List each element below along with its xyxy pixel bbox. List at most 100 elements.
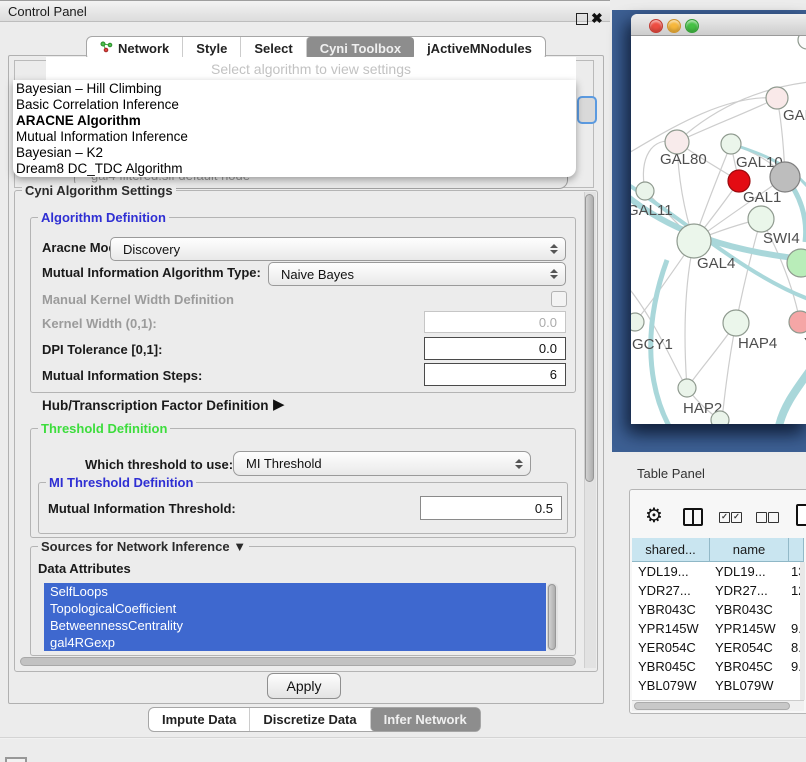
split-view-icon[interactable]	[683, 508, 703, 526]
table-cell: YBR045C	[710, 659, 789, 674]
bottom-divider	[0, 737, 806, 739]
algorithm-option-dream8-dc-tdc-algorithm[interactable]: Dream8 DC_TDC Algorithm	[13, 161, 576, 177]
column-header[interactable]	[789, 538, 804, 562]
network-node[interactable]	[770, 162, 800, 192]
network-node-swi4[interactable]	[787, 249, 806, 277]
apply-button[interactable]: Apply	[267, 673, 341, 699]
hub-definition-label: Hub/Transcription Factor Definition	[42, 398, 269, 413]
kernel-width-field[interactable]: 0.0	[424, 311, 566, 333]
table-cell: YDL19...	[710, 564, 789, 579]
network-node-gal1[interactable]	[748, 206, 774, 232]
network-node[interactable]	[798, 36, 806, 49]
column-header[interactable]: name	[710, 538, 789, 562]
spinner-icon	[508, 459, 530, 469]
gear-icon[interactable]: ⚙	[645, 504, 663, 528]
manual-kernel-checkbox[interactable]	[551, 291, 567, 307]
settings-hscrollbar-thumb[interactable]	[20, 657, 576, 666]
table-cell: YDR27...	[632, 583, 710, 598]
network-node-gal11[interactable]	[636, 182, 654, 200]
control-panel-title: Control Panel	[0, 4, 87, 19]
cyni-settings-group-title: Cyni Algorithm Settings	[22, 183, 176, 198]
algorithm-option-bayesian-k2[interactable]: Bayesian – K2	[13, 145, 576, 161]
attribute-item[interactable]: SelfLoops	[44, 583, 546, 600]
network-node-hap2[interactable]	[678, 379, 696, 397]
table-row[interactable]: YPR145WYPR145W9.	[632, 619, 804, 638]
dpi-tolerance-field[interactable]: 0.0	[424, 337, 566, 360]
checked-checkbox-icon[interactable]: ✓	[731, 512, 742, 523]
minimized-panel-icon[interactable]	[5, 757, 27, 762]
close-icon[interactable]: ✖	[591, 10, 603, 26]
sources-group-title: Sources for Network Inference ▼	[38, 539, 249, 554]
network-node-label: GAL4	[697, 255, 735, 272]
attributes-scrollbar-thumb[interactable]	[548, 584, 556, 650]
table-row[interactable]: YBL079WYBL079W	[632, 676, 804, 695]
table-row[interactable]: YBR045CYBR045C9.	[632, 657, 804, 676]
network-view-window[interactable]: GALGAL80GAL10GAL1GAL11SWI4GAL4GCY1HAP4YH…	[631, 14, 806, 424]
attribute-item[interactable]: BetweennessCentrality	[44, 617, 546, 634]
settings-scrollbar-thumb[interactable]	[585, 194, 594, 482]
tab-label: Infer Network	[384, 712, 467, 727]
unchecked-checkbox-icon[interactable]	[756, 512, 767, 523]
table-hscrollbar[interactable]	[632, 700, 804, 711]
network-node[interactable]	[711, 411, 729, 424]
network-node-label: SWI4	[763, 230, 800, 247]
minimize-traffic-light[interactable]	[667, 19, 681, 33]
focused-side-button[interactable]	[577, 96, 597, 124]
network-edge[interactable]	[685, 241, 694, 388]
algorithm-option-basic-correlation-inference[interactable]: Basic Correlation Inference	[13, 97, 576, 113]
table-row[interactable]: YER054CYER054C8.	[632, 638, 804, 657]
network-edge[interactable]	[722, 323, 736, 420]
column-header[interactable]: shared...	[632, 538, 710, 562]
attribute-item[interactable]: gal4RGexp	[44, 634, 546, 651]
table-row[interactable]: YDR27...YDR27...12	[632, 581, 804, 600]
mi-threshold-field[interactable]: 0.5	[420, 496, 562, 520]
network-edge[interactable]	[736, 219, 761, 323]
table-cell: YBR045C	[632, 659, 710, 674]
network-node-gal10[interactable]	[721, 134, 741, 154]
data-attributes-label: Data Attributes	[38, 561, 131, 576]
table-panel-title: Table Panel	[637, 466, 705, 481]
network-node-y[interactable]	[789, 311, 806, 333]
table-cell: YPR145W	[710, 621, 789, 636]
table-cell: YPR145W	[632, 621, 710, 636]
spinner-icon	[543, 244, 565, 254]
network-node-hap4[interactable]	[723, 310, 749, 336]
network-node-gal4[interactable]	[677, 224, 711, 258]
table-cell: YDR27...	[710, 583, 789, 598]
network-canvas[interactable]: GALGAL80GAL10GAL1GAL11SWI4GAL4GCY1HAP4YH…	[631, 36, 806, 424]
mi-steps-label: Mutual Information Steps:	[42, 368, 202, 383]
tab-impute-data[interactable]: Impute Data	[149, 708, 249, 731]
table-hscrollbar-thumb[interactable]	[634, 702, 790, 710]
which-threshold-combo[interactable]: MI Threshold	[233, 451, 531, 476]
close-traffic-light[interactable]	[649, 19, 663, 33]
unchecked-checkbox-icon[interactable]	[768, 512, 779, 523]
algorithm-select-placeholder: Select algorithm to view settings	[211, 61, 411, 77]
algorithm-option-aracne-algorithm[interactable]: ARACNE Algorithm	[13, 113, 576, 129]
tab-discretize-data[interactable]: Discretize Data	[249, 708, 369, 731]
tab-infer-network[interactable]: Infer Network	[370, 708, 480, 731]
aracne-mode-combo[interactable]: Discovery	[110, 237, 566, 261]
collapse-arrow-icon[interactable]: ▼	[233, 539, 246, 554]
table-header-row: shared...name	[632, 538, 804, 562]
table-row[interactable]: YDL19...YDL19...13	[632, 562, 804, 581]
table-row[interactable]: YBR043CYBR043C	[632, 600, 804, 619]
network-node-gcy1[interactable]	[631, 313, 644, 331]
expand-arrow-icon[interactable]: ▶	[273, 395, 285, 413]
document-icon[interactable]	[796, 504, 806, 526]
network-window-titlebar[interactable]	[631, 14, 806, 36]
network-node-gal[interactable]	[766, 87, 788, 109]
attribute-item[interactable]: TopologicalCoefficient	[44, 600, 546, 617]
checked-checkbox-icon[interactable]: ✓	[719, 512, 730, 523]
float-window-icon[interactable]	[576, 13, 588, 25]
network-edge[interactable]	[631, 98, 777, 154]
algorithm-select-combo[interactable]: Select algorithm to view settings	[46, 57, 576, 80]
zoom-traffic-light[interactable]	[685, 19, 699, 33]
network-edge[interactable]	[779, 366, 806, 424]
algorithm-option-bayesian-hill-climbing[interactable]: Bayesian – Hill Climbing	[13, 81, 576, 97]
mi-type-combo[interactable]: Naive Bayes	[268, 262, 566, 286]
table-vscrollbar[interactable]	[800, 562, 805, 700]
algorithm-option-mutual-information-inference[interactable]: Mutual Information Inference	[13, 129, 576, 145]
aracne-mode-value: Discovery	[111, 242, 543, 257]
network-node-label: GAL	[783, 107, 806, 124]
mi-steps-field[interactable]: 6	[424, 363, 566, 386]
